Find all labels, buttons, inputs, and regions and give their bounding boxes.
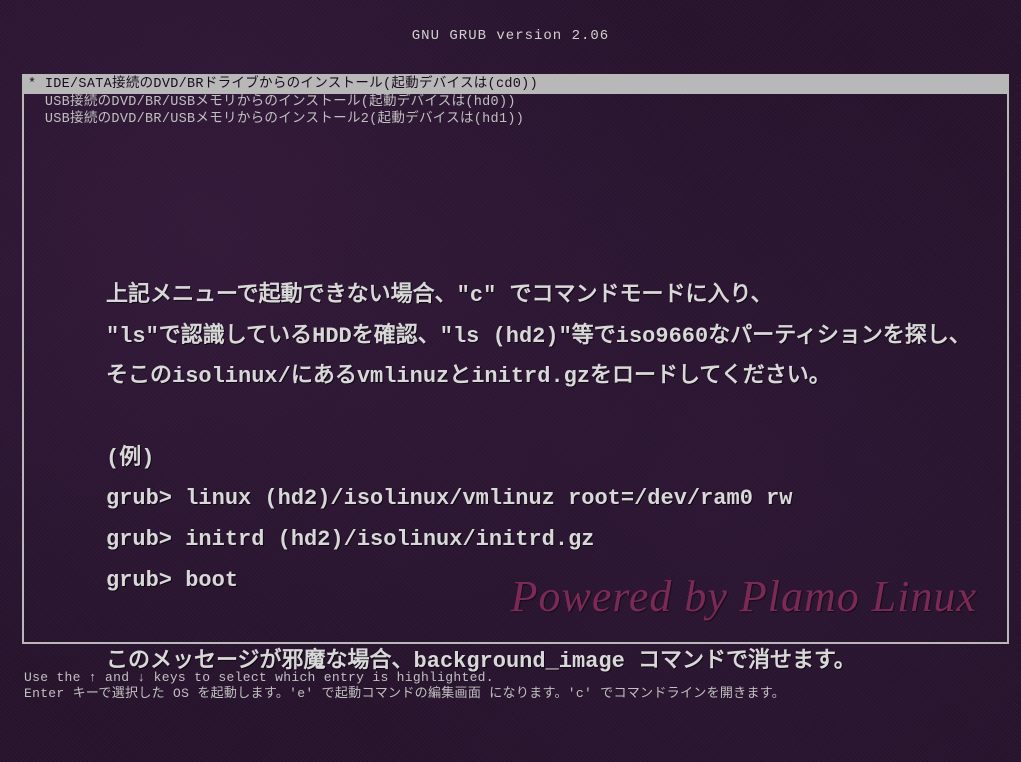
grub-title: GNU GRUB version 2.06 xyxy=(412,28,609,44)
instruction-line: grub> linux (hd2)/isolinux/vmlinuz root=… xyxy=(106,479,947,520)
instruction-line: (例) xyxy=(106,439,947,480)
instruction-line: "ls"で認識しているHDDを確認、"ls (hd2)"等でiso9660なパー… xyxy=(106,317,947,358)
grub-header: GNU GRUB version 2.06 xyxy=(0,0,1021,44)
instruction-line: そこのisolinux/にあるvmlinuzとinitrd.gzをロードしてくだ… xyxy=(106,357,947,398)
instruction-line xyxy=(106,398,947,439)
boot-menu-box: IDE/SATA接続のDVD/BRドライブからのインストール(起動デバイスは(c… xyxy=(22,74,1009,644)
instruction-line: grub> initrd (hd2)/isolinux/initrd.gz xyxy=(106,520,947,561)
instruction-line: 上記メニューで起動できない場合、"c" でコマンドモードに入り、 xyxy=(106,276,947,317)
hint-line-2: Enter キーで選択した OS を起動します。'e' で起動コマンドの編集画面… xyxy=(24,686,1007,702)
boot-menu-item-2[interactable]: USB接続のDVD/BR/USBメモリからのインストール2(起動デバイスは(hd… xyxy=(24,111,1007,129)
boot-menu-item-1[interactable]: USB接続のDVD/BR/USBメモリからのインストール(起動デバイスは(hd0… xyxy=(24,94,1007,112)
powered-by-text: Powered by Plamo Linux xyxy=(511,571,977,622)
hint-line-1: Use the ↑ and ↓ keys to select which ent… xyxy=(24,670,1007,686)
menu-item-label: IDE/SATA接続のDVD/BRドライブからのインストール(起動デバイスは(c… xyxy=(45,77,538,92)
menu-item-label: USB接続のDVD/BR/USBメモリからのインストール(起動デバイスは(hd0… xyxy=(45,95,516,110)
boot-menu-item-0[interactable]: IDE/SATA接続のDVD/BRドライブからのインストール(起動デバイスは(c… xyxy=(24,76,1007,94)
menu-item-label: USB接続のDVD/BR/USBメモリからのインストール2(起動デバイスは(hd… xyxy=(45,112,524,127)
navigation-hints: Use the ↑ and ↓ keys to select which ent… xyxy=(24,670,1007,701)
